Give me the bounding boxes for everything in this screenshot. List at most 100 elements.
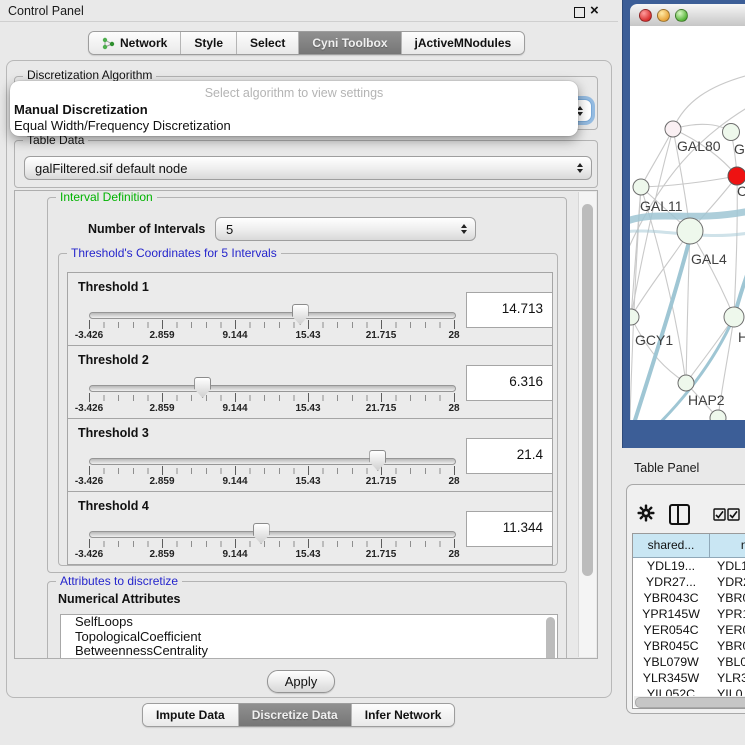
threshold-slider[interactable]: -3.426 2.859 9.144 15.43 21.715 28 xyxy=(89,528,454,554)
tick-label: -3.426 xyxy=(75,476,103,487)
table-row[interactable]: YBR043C YBR0 xyxy=(633,590,745,606)
tab-infer-network[interactable]: Infer Network xyxy=(351,704,455,726)
cell-name: YBR0 xyxy=(717,590,745,606)
table-data-combo-value: galFiltered.sif default node xyxy=(35,161,187,176)
table-row[interactable]: YDL19... YDL1 xyxy=(633,558,745,574)
threshold-value-field[interactable]: 14.713 xyxy=(466,292,553,328)
list-item[interactable]: BetweennessCentrality xyxy=(61,644,557,659)
table-panel-title: Table Panel xyxy=(634,461,699,475)
tick-label: 15.43 xyxy=(295,403,320,414)
tab-style[interactable]: Style xyxy=(180,32,236,54)
threshold-value-field[interactable]: 6.316 xyxy=(466,365,553,401)
node-label: GCY1 xyxy=(635,332,673,348)
attributes-group-title: Attributes to discretize xyxy=(56,575,182,588)
numerical-attributes-list[interactable]: SelfLoops TopologicalCoefficient Between… xyxy=(60,614,558,659)
tab-discretize-data-label: Discretize Data xyxy=(252,704,338,726)
close-icon[interactable]: × xyxy=(590,1,599,21)
threshold-value-field[interactable]: 21.4 xyxy=(466,438,553,474)
list-item[interactable]: TopologicalCoefficient xyxy=(61,630,557,645)
cell-name: YBR0 xyxy=(717,638,745,654)
threshold-slider[interactable]: -3.426 2.859 9.144 15.43 21.715 28 xyxy=(89,455,454,481)
table-row[interactable]: YLR345W YLR3 xyxy=(633,670,745,686)
horizontal-scrollbar-thumb[interactable] xyxy=(635,697,745,708)
tab-select[interactable]: Select xyxy=(236,32,298,54)
node-gal4[interactable] xyxy=(677,218,703,244)
node-label: C xyxy=(737,183,745,199)
close-traffic-light[interactable] xyxy=(639,9,652,22)
slider-track[interactable] xyxy=(89,458,456,465)
node-label: GAL4 xyxy=(691,251,727,267)
control-panel-titlebar: Control Panel × xyxy=(0,0,618,22)
tab-network[interactable]: Network xyxy=(89,32,180,54)
node-label: G xyxy=(734,141,745,157)
bottom-tab-bar: Impute Data Discretize Data Infer Networ… xyxy=(142,703,455,727)
slider-track[interactable] xyxy=(89,531,456,538)
table-row[interactable]: YBR045C YBR0 xyxy=(633,638,745,654)
attributes-group: Attributes to discretize Numerical Attri… xyxy=(47,581,567,659)
cell-shared-name: YBR043C xyxy=(633,590,709,606)
columns-icon[interactable] xyxy=(669,504,690,525)
threshold-slider[interactable]: -3.426 2.859 9.144 15.43 21.715 28 xyxy=(89,382,454,408)
cell-shared-name: YBL079W xyxy=(633,654,709,670)
node-gal80[interactable] xyxy=(665,121,681,137)
checkbox-checked-icon[interactable] xyxy=(727,508,740,521)
node-gcy1[interactable] xyxy=(630,309,639,325)
tick-label: 21.715 xyxy=(366,403,397,414)
popup-option-equal-width[interactable]: Equal Width/Frequency Discretization xyxy=(14,118,231,133)
node-h[interactable] xyxy=(724,307,744,327)
table-row[interactable]: YDR27... YDR2 xyxy=(633,574,745,590)
column-header-shared-name[interactable]: shared... xyxy=(633,534,710,558)
tick-label: 9.144 xyxy=(222,330,247,341)
node-gal11[interactable] xyxy=(633,179,649,195)
threshold-label: Threshold 3 xyxy=(78,426,149,440)
horizontal-scrollbar[interactable] xyxy=(634,696,745,707)
slider-track[interactable] xyxy=(89,312,456,319)
table-row[interactable]: YPR145W YPR1 xyxy=(633,606,745,622)
viewport-scrollbar-track[interactable] xyxy=(578,192,596,657)
cell-shared-name: YLR345W xyxy=(633,670,709,686)
slider-ticks xyxy=(89,468,454,474)
cell-shared-name: YER054C xyxy=(633,622,709,638)
thresholds-group-title: Threshold's Coordinates for 5 Intervals xyxy=(67,247,281,260)
tick-label: 2.859 xyxy=(149,549,174,560)
slider-track[interactable] xyxy=(89,385,456,392)
threshold-label: Threshold 2 xyxy=(78,353,149,367)
number-of-intervals-combo[interactable]: 5 xyxy=(215,217,476,241)
network-canvas[interactable]: GAL80 G C GAL11 GAL4 GCY1 H HAP2 xyxy=(630,26,745,420)
table-data-combo[interactable]: galFiltered.sif default node xyxy=(24,156,592,180)
threshold-label: Threshold 4 xyxy=(78,499,149,513)
minimize-traffic-light[interactable] xyxy=(657,9,670,22)
network-window-titlebar[interactable] xyxy=(630,4,745,27)
zoom-traffic-light[interactable] xyxy=(675,9,688,22)
tab-select-label: Select xyxy=(250,32,285,54)
threshold-value-field[interactable]: 11.344 xyxy=(466,511,553,547)
algorithm-popup: Select algorithm to view settings Manual… xyxy=(10,81,578,136)
gear-icon[interactable] xyxy=(637,504,655,522)
float-window-icon[interactable] xyxy=(574,7,585,18)
tab-cyni-toolbox[interactable]: Cyni Toolbox xyxy=(298,32,400,54)
tab-impute-data[interactable]: Impute Data xyxy=(143,704,238,726)
list-scrollbar[interactable] xyxy=(546,617,555,659)
node-label: GAL80 xyxy=(677,138,721,154)
popup-option-manual[interactable]: Manual Discretization xyxy=(14,102,148,117)
node-hap2[interactable] xyxy=(678,375,694,391)
threshold-slider[interactable]: -3.426 2.859 9.144 15.43 21.715 28 xyxy=(89,309,454,335)
apply-button[interactable]: Apply xyxy=(267,670,335,693)
list-item[interactable]: SelfLoops xyxy=(61,615,557,630)
tick-label: 9.144 xyxy=(222,476,247,487)
tab-discretize-data[interactable]: Discretize Data xyxy=(238,704,351,726)
node-g[interactable] xyxy=(723,124,740,141)
threshold-box: Threshold 2 -3.426 2.859 9.144 15.43 21.… xyxy=(67,345,553,419)
table-row[interactable]: YBL079W YBL0 xyxy=(633,654,745,670)
network-icon xyxy=(102,37,115,50)
column-header-name[interactable]: na xyxy=(710,534,745,558)
tick-label: 15.43 xyxy=(295,330,320,341)
tab-jactivemnodules[interactable]: jActiveMNodules xyxy=(401,32,525,54)
viewport-scrollbar-thumb[interactable] xyxy=(582,204,593,576)
checkbox-checked-icon[interactable] xyxy=(713,508,726,521)
combo-arrows-icon xyxy=(577,163,583,173)
settings-viewport: Interval Definition Number of Intervals … xyxy=(14,190,598,659)
table-row[interactable]: YER054C YER0 xyxy=(633,622,745,638)
node-table: shared... na YDL19... YDL1 YDR27... YDR2… xyxy=(632,533,745,709)
tab-jactivemnodules-label: jActiveMNodules xyxy=(415,32,512,54)
